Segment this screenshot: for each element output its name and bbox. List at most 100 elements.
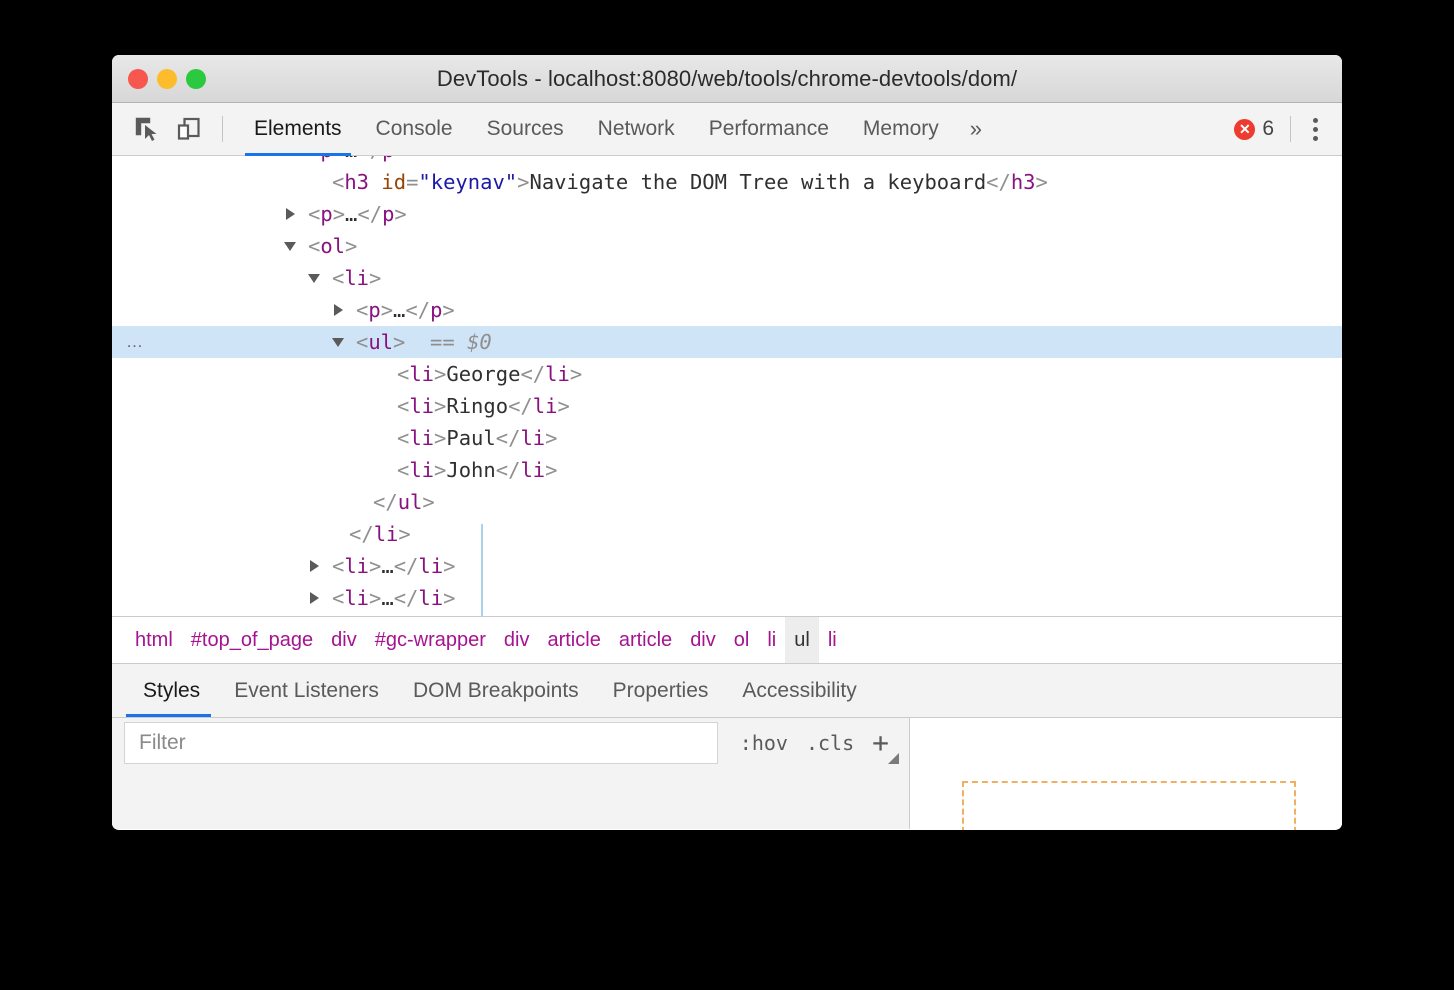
dom-token-eq: ==: [405, 330, 467, 354]
dom-token-tag: li: [418, 586, 443, 610]
dom-token-ang: >: [443, 554, 455, 578]
more-tabs-icon[interactable]: »: [960, 116, 990, 142]
breadcrumb-item--top-of-page[interactable]: #top_of_page: [182, 617, 322, 663]
dom-tree-row[interactable]: <li>John</li>: [112, 454, 1342, 486]
dom-token-ang: </: [357, 156, 382, 162]
dom-token-ang: >: [443, 586, 455, 610]
tab-sources[interactable]: Sources: [470, 103, 581, 155]
dom-tree-row[interactable]: <h3 id="keynav">Navigate the DOM Tree wi…: [112, 166, 1342, 198]
tab-console[interactable]: Console: [359, 103, 470, 155]
error-count-badge[interactable]: ✕ 6: [1230, 117, 1278, 141]
dom-token-tag: li: [409, 458, 434, 482]
breadcrumb-item-ol[interactable]: ol: [725, 617, 759, 663]
dom-token-ang: </: [496, 426, 521, 450]
dom-token-tag: li: [344, 586, 369, 610]
dom-row-content: </li>: [349, 518, 411, 550]
twisty-collapsed-icon[interactable]: [310, 591, 324, 605]
dom-token-ang: >: [369, 554, 381, 578]
dom-tree-row[interactable]: </ul>: [112, 486, 1342, 518]
breadcrumb-item-li[interactable]: li: [819, 617, 846, 663]
breadcrumb-item-ul[interactable]: ul: [785, 617, 819, 663]
dom-token-tag: li: [520, 426, 545, 450]
dom-tree-row[interactable]: </li>: [112, 518, 1342, 550]
dom-row-content: <ol>: [308, 230, 357, 262]
breadcrumb-item-div[interactable]: div: [495, 617, 539, 663]
tab-sources-label: Sources: [487, 117, 564, 141]
dom-tree-row[interactable]: <li>Paul</li>: [112, 422, 1342, 454]
dom-token-ang: <: [332, 170, 344, 194]
dom-token-txt: Ringo: [446, 394, 508, 418]
breadcrumb-item-li[interactable]: li: [758, 617, 785, 663]
dom-token-tag: li: [409, 394, 434, 418]
dom-tree-panel[interactable]: <p>…</p><h3 id="keynav">Navigate the DOM…: [112, 156, 1342, 616]
dom-tree-row[interactable]: <li>…</li>: [112, 614, 1342, 616]
sidebar-tab-dom-breakpoints[interactable]: DOM Breakpoints: [396, 664, 596, 717]
dom-token-ang: >: [1036, 170, 1048, 194]
tab-elements[interactable]: Elements: [237, 103, 359, 155]
resize-corner-icon[interactable]: [888, 753, 899, 764]
dom-tree-row[interactable]: <li>Ringo</li>: [112, 390, 1342, 422]
twisty-collapsed-icon[interactable]: [334, 303, 348, 317]
dom-token-ang: <: [397, 394, 409, 418]
minimize-button[interactable]: [157, 69, 177, 89]
panel-tabs: Elements Console Sources Network Perform…: [237, 103, 990, 155]
breadcrumb-item--gc-wrapper[interactable]: #gc-wrapper: [366, 617, 495, 663]
dom-token-ang: <: [397, 426, 409, 450]
breadcrumb-item-article[interactable]: article: [538, 617, 609, 663]
breadcrumb-item-div[interactable]: div: [681, 617, 725, 663]
dom-tree-row[interactable]: <li>: [112, 262, 1342, 294]
dom-token-tag: p: [430, 298, 442, 322]
twisty-expanded-icon[interactable]: [310, 271, 324, 285]
dom-token-ang: >: [434, 362, 446, 386]
breadcrumb-item-article[interactable]: article: [610, 617, 681, 663]
dom-tree-row[interactable]: <p>…</p>: [112, 156, 1342, 166]
dom-tree-row[interactable]: <p>…</p>: [112, 294, 1342, 326]
hover-state-button[interactable]: :hov: [740, 731, 788, 755]
tab-memory[interactable]: Memory: [846, 103, 956, 155]
dom-tree-row[interactable]: <ol>: [112, 230, 1342, 262]
dom-token-ang: >: [394, 202, 406, 226]
inspect-element-icon[interactable]: [130, 112, 164, 146]
dom-token-txt: …: [381, 586, 393, 610]
dom-token-txt: [369, 170, 381, 194]
twisty-expanded-icon[interactable]: [334, 335, 348, 349]
dom-token-tag: ul: [368, 330, 393, 354]
row-overflow-badge[interactable]: …: [126, 326, 146, 358]
filter-input[interactable]: Filter: [124, 722, 718, 764]
sidebar-tab-accessibility[interactable]: Accessibility: [725, 664, 873, 717]
zoom-button[interactable]: [186, 69, 206, 89]
dom-token-txt: John: [446, 458, 495, 482]
twisty-collapsed-icon[interactable]: [310, 559, 324, 573]
sidebar-tab-styles[interactable]: Styles: [126, 664, 217, 717]
element-classes-button[interactable]: .cls: [806, 731, 854, 755]
twisty-collapsed-icon[interactable]: [286, 207, 300, 221]
breadcrumb-item-html[interactable]: html: [126, 617, 182, 663]
dom-tree-row[interactable]: <li>…</li>: [112, 550, 1342, 582]
dom-token-ang: >: [557, 394, 569, 418]
window-titlebar: DevTools - localhost:8080/web/tools/chro…: [112, 55, 1342, 103]
dom-tree-row[interactable]: <p>…</p>: [112, 198, 1342, 230]
tab-network[interactable]: Network: [581, 103, 692, 155]
dom-token-txt: Paul: [446, 426, 495, 450]
new-style-rule-button[interactable]: +: [872, 729, 893, 757]
dom-token-val: "keynav": [418, 170, 517, 194]
twisty-expanded-icon[interactable]: [286, 239, 300, 253]
device-toolbar-icon[interactable]: [172, 112, 206, 146]
close-button[interactable]: [128, 69, 148, 89]
dom-token-ang: </: [508, 394, 533, 418]
kebab-menu-icon[interactable]: [1303, 112, 1328, 147]
dom-tree-row[interactable]: <li>George</li>: [112, 358, 1342, 390]
dom-tree-row[interactable]: <li>…</li>: [112, 582, 1342, 614]
sidebar-tab-properties[interactable]: Properties: [596, 664, 726, 717]
twisty-collapsed-icon[interactable]: [286, 156, 300, 157]
sidebar-tab-event-listeners[interactable]: Event Listeners: [217, 664, 396, 717]
tab-performance[interactable]: Performance: [692, 103, 846, 155]
dom-token-attr: id: [381, 170, 406, 194]
dom-row-content: <h3 id="keynav">Navigate the DOM Tree wi…: [332, 166, 1048, 198]
breadcrumb-item-div[interactable]: div: [322, 617, 366, 663]
dom-token-ang: </: [394, 554, 419, 578]
dom-token-tag: li: [374, 522, 399, 546]
dom-token-ang: >: [545, 426, 557, 450]
toolbar-divider: [222, 116, 223, 142]
dom-tree-row[interactable]: …<ul> == $0: [112, 326, 1342, 358]
